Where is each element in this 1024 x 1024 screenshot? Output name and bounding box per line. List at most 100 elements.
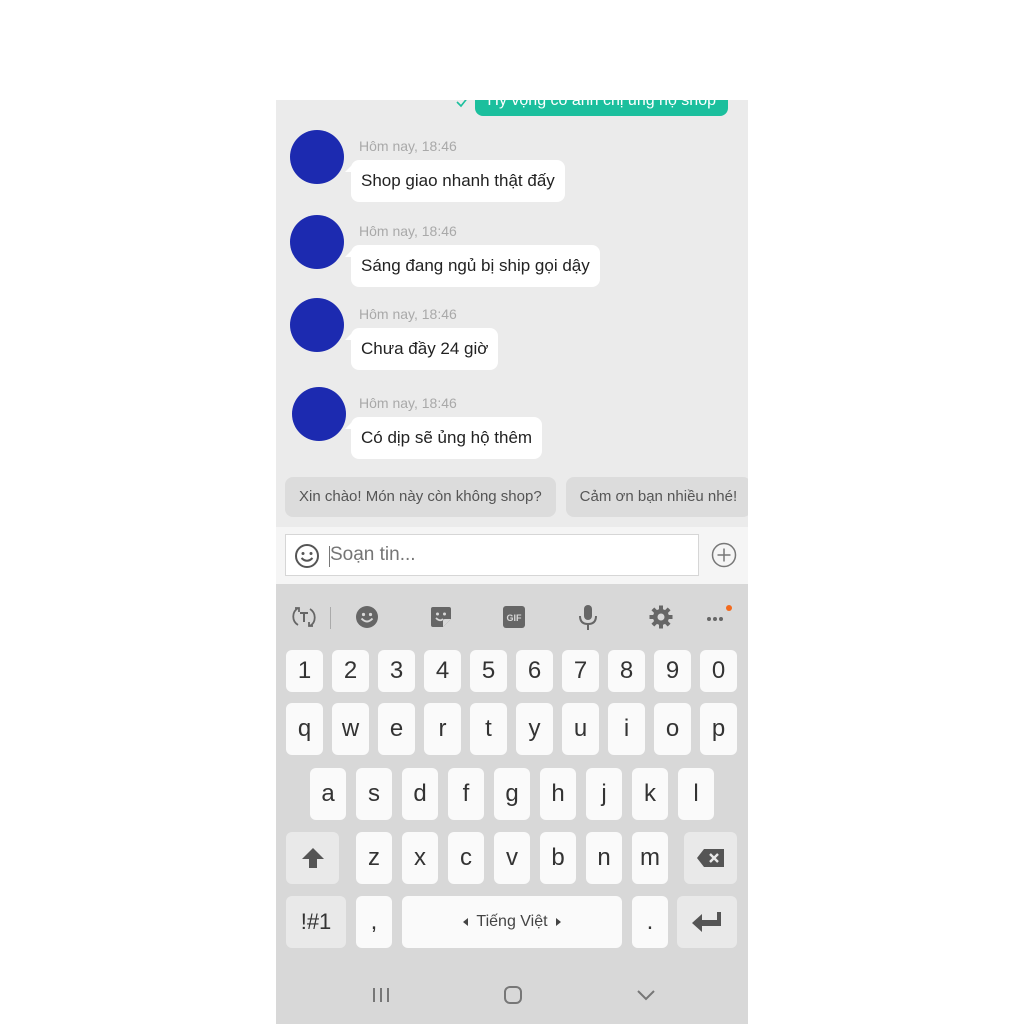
key-label: 1 <box>297 657 312 684</box>
keyboard-toolbar: GIF <box>276 584 748 646</box>
comma-key[interactable]: , <box>356 896 392 948</box>
message-input[interactable] <box>330 535 680 575</box>
gif-icon[interactable]: GIF <box>500 603 528 631</box>
sticker-icon[interactable] <box>427 603 455 631</box>
message-timestamp: Hôm nay, 18:46 <box>359 223 457 239</box>
key-o[interactable]: o <box>654 703 691 755</box>
key-w[interactable]: w <box>332 703 369 755</box>
key-z[interactable]: z <box>356 832 392 884</box>
key-label: j <box>601 780 607 807</box>
key-h[interactable]: h <box>540 768 576 820</box>
space-key-label: Tiếng Việt <box>476 913 548 930</box>
caret-right-icon <box>555 918 561 926</box>
period-key[interactable]: . <box>632 896 668 948</box>
key-label: i <box>623 715 630 742</box>
key-k[interactable]: k <box>632 768 668 820</box>
avatar[interactable] <box>292 387 346 441</box>
space-key[interactable]: Tiếng Việt <box>402 896 622 948</box>
key-label: l <box>693 780 699 807</box>
key-b[interactable]: b <box>540 832 576 884</box>
key-q[interactable]: q <box>286 703 323 755</box>
message-bubble[interactable]: Có dịp sẽ ủng hộ thêm <box>344 417 543 459</box>
key-label: v <box>506 844 518 871</box>
shift-arrow-icon <box>301 848 324 868</box>
avatar[interactable] <box>290 215 344 269</box>
quick-reply-chip[interactable]: Xin chào! Món này còn không shop? <box>285 477 556 517</box>
key-8[interactable]: 8 <box>608 650 645 692</box>
key-2[interactable]: 2 <box>332 650 369 692</box>
key-label: d <box>413 780 427 807</box>
recent-apps-button[interactable] <box>366 980 396 1010</box>
key-label: g <box>505 780 519 807</box>
key-t[interactable]: t <box>470 703 507 755</box>
key-label: m <box>640 844 660 871</box>
backspace-key[interactable] <box>684 832 737 884</box>
key-m[interactable]: m <box>632 832 668 884</box>
avatar[interactable] <box>290 130 344 184</box>
key-label: w <box>341 715 360 742</box>
key-5[interactable]: 5 <box>470 650 507 692</box>
keyboard: GIF 1 2 3 4 5 6 7 8 9 0 q w e r t y u i … <box>276 584 748 1024</box>
key-x[interactable]: x <box>402 832 438 884</box>
enter-key[interactable] <box>677 896 737 948</box>
key-1[interactable]: 1 <box>286 650 323 692</box>
key-l[interactable]: l <box>678 768 714 820</box>
key-e[interactable]: e <box>378 703 415 755</box>
avatar[interactable] <box>290 298 344 352</box>
key-g[interactable]: g <box>494 768 530 820</box>
language-switch: Tiếng Việt <box>463 913 561 931</box>
key-3[interactable]: 3 <box>378 650 415 692</box>
key-label: h <box>551 780 565 807</box>
quick-reply-chip[interactable]: Cảm ơn bạn nhiều nhé! <box>565 477 748 517</box>
key-label: 6 <box>527 657 542 684</box>
notification-dot <box>726 605 732 611</box>
chat-message-list[interactable]: Hy vọng có anh chị ủng hộ shop Hôm nay, … <box>276 100 748 527</box>
home-button[interactable] <box>498 980 528 1010</box>
key-6[interactable]: 6 <box>516 650 553 692</box>
key-label: , <box>370 908 378 935</box>
key-4[interactable]: 4 <box>424 650 461 692</box>
key-i[interactable]: i <box>608 703 645 755</box>
message-bubble[interactable]: Shop giao nhanh thật đấy <box>345 160 565 202</box>
smiley-icon[interactable] <box>294 543 320 569</box>
enter-icon <box>692 912 721 932</box>
message-timestamp: Hôm nay, 18:46 <box>359 395 457 411</box>
key-v[interactable]: v <box>494 832 530 884</box>
received-message: Hôm nay, 18:46 Shop giao nhanh thật đấy <box>290 130 730 210</box>
key-f[interactable]: f <box>448 768 484 820</box>
message-bubble[interactable]: Sáng đang ngủ bị ship gọi dậy <box>345 245 600 287</box>
key-label: . <box>646 908 654 935</box>
key-label: 5 <box>481 657 496 684</box>
key-j[interactable]: j <box>586 768 622 820</box>
key-label: 9 <box>665 657 680 684</box>
key-d[interactable]: d <box>402 768 438 820</box>
key-label: o <box>665 715 680 742</box>
key-r[interactable]: r <box>424 703 461 755</box>
shift-key[interactable] <box>286 832 339 884</box>
text-translate-icon[interactable] <box>290 603 318 631</box>
settings-gear-icon[interactable] <box>647 603 675 631</box>
key-y[interactable]: y <box>516 703 553 755</box>
key-label: 3 <box>389 657 404 684</box>
message-input-box[interactable] <box>285 534 699 576</box>
caret-left-icon <box>463 918 469 926</box>
key-label: 0 <box>711 657 726 684</box>
key-p[interactable]: p <box>700 703 737 755</box>
key-s[interactable]: s <box>356 768 392 820</box>
key-u[interactable]: u <box>562 703 599 755</box>
sent-message: Hy vọng có anh chị ủng hộ shop <box>455 100 728 116</box>
symbols-key[interactable]: !#1 <box>286 896 346 948</box>
key-n[interactable]: n <box>586 832 622 884</box>
key-a[interactable]: a <box>310 768 346 820</box>
key-0[interactable]: 0 <box>700 650 737 692</box>
message-bubble[interactable]: Chưa đầy 24 giờ <box>344 328 499 370</box>
microphone-icon[interactable] <box>574 603 602 631</box>
backspace-icon <box>696 849 724 867</box>
key-7[interactable]: 7 <box>562 650 599 692</box>
hide-keyboard-button[interactable] <box>631 980 661 1010</box>
key-label: u <box>573 715 588 742</box>
plus-circle-icon[interactable] <box>711 542 737 568</box>
key-9[interactable]: 9 <box>654 650 691 692</box>
emoji-icon[interactable] <box>353 603 381 631</box>
key-c[interactable]: c <box>448 832 484 884</box>
